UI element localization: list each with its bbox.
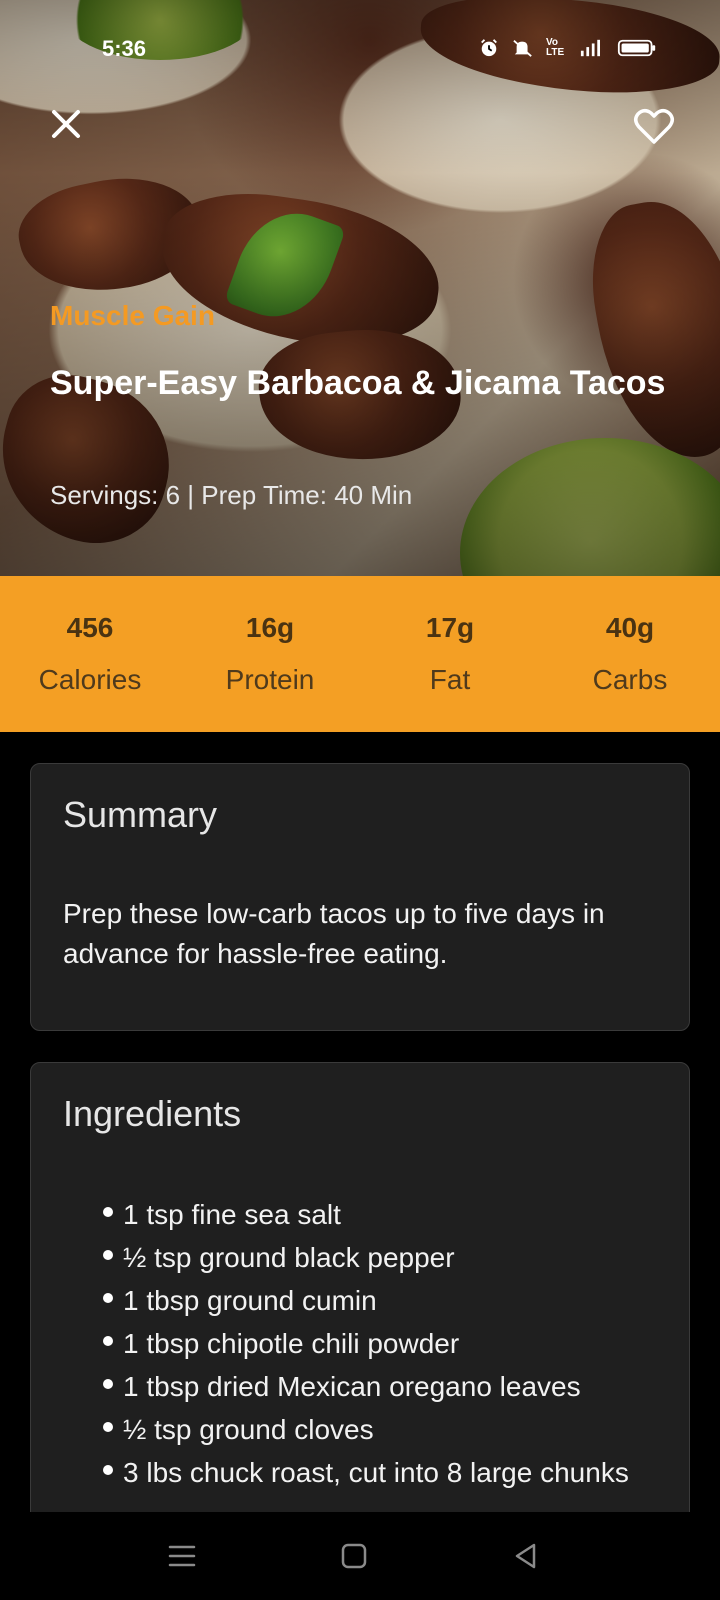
ingredients-list: 1 tsp fine sea salt ½ tsp ground black p… [103,1193,663,1494]
summary-card: Summary Prep these low-carb tacos up to … [30,763,690,1031]
macros-bar: 456 Calories 16g Protein 17g Fat 40g Car… [0,576,720,732]
macro-calories: 456 Calories [0,576,180,732]
status-icons: Vo LTE [478,38,658,58]
macro-value: 16g [245,612,295,643]
summary-text: Prep these low-carb tacos up to five day… [63,898,605,969]
macro-value: 17g [425,612,475,643]
alarm-icon [481,39,497,57]
macro-protein: 16g Protein [180,576,360,732]
macro-value: 456 [66,612,114,643]
volte-icon: Vo LTE [546,37,565,58]
ingredient-item: 1 tbsp ground cumin [103,1279,663,1322]
ingredient-item: ½ tsp ground cloves [103,1408,663,1451]
menu-icon[interactable] [164,1538,200,1574]
ingredient-item: 3 lbs chuck roast, cut into 8 large chun… [103,1451,663,1494]
battery-icon [617,39,656,57]
close-icon[interactable] [46,104,86,144]
recipe-meta: Servings: 6 | Prep Time: 40 Min [50,480,413,510]
ingredient-item: ½ tsp ground black pepper [103,1236,663,1279]
status-time: 5:36 [102,36,147,61]
summary-heading: Summary [63,794,218,835]
recipe-category: Muscle Gain [50,300,215,331]
back-icon[interactable] [508,1538,544,1574]
macro-label: Protein [225,664,315,695]
ingredients-heading: Ingredients [63,1093,242,1134]
mute-icon [513,40,532,57]
ingredient-item: 1 tbsp dried Mexican oregano leaves [103,1365,663,1408]
recipe-title: Super-Easy Barbacoa & Jicama Tacos [50,364,666,402]
macro-label: Calories [38,664,142,695]
heart-icon[interactable] [632,104,676,148]
ingredient-item: 1 tsp fine sea salt [103,1193,663,1236]
ingredient-item: 1 tbsp chipotle chili powder [103,1322,663,1365]
macro-label: Fat [429,664,471,695]
macro-fat: 17g Fat [360,576,540,732]
macro-carbs: 40g Carbs [540,576,720,732]
macro-value: 40g [605,612,655,643]
status-bar: 5:36 Vo LTE [0,28,720,68]
4g-signal-icon [580,39,600,57]
home-icon[interactable] [336,1538,372,1574]
macro-label: Carbs [592,664,668,695]
system-nav-bar [0,1512,720,1600]
